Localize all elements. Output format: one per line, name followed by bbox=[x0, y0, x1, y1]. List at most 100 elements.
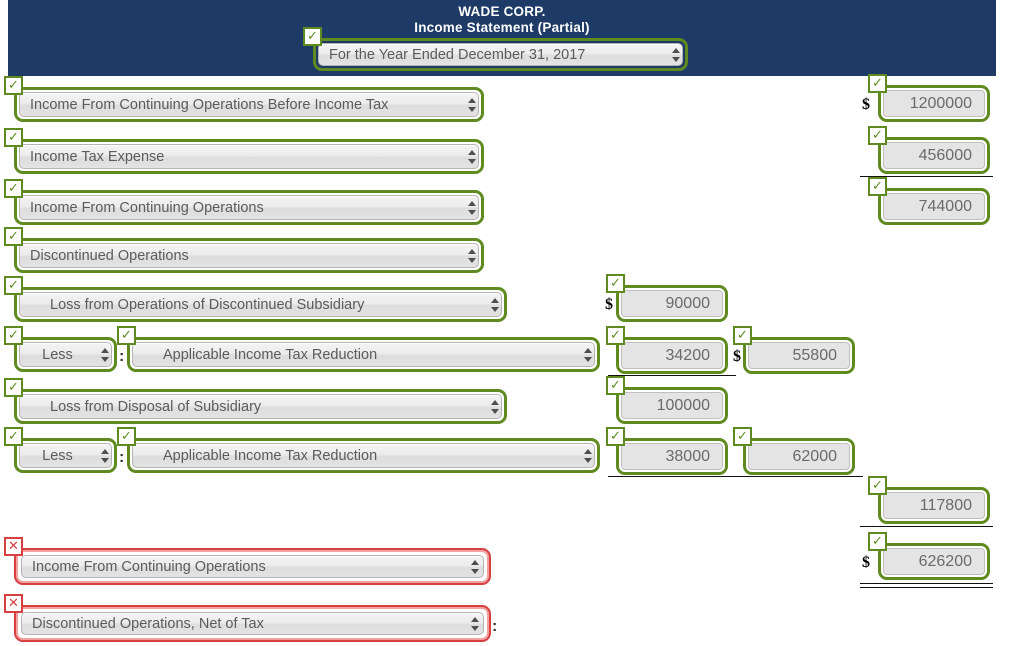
subtotal-amount-input[interactable]: 117800 bbox=[883, 492, 985, 519]
check-icon: ✓ bbox=[606, 326, 625, 345]
row-1-label-select[interactable]: Income Tax Expense bbox=[19, 144, 479, 169]
row-5-label-select[interactable]: Applicable Income Tax Reduction bbox=[132, 342, 595, 367]
chevron-updown-icon bbox=[490, 297, 499, 312]
dollar-sign-row-4: $ bbox=[605, 296, 613, 313]
subtotal-amount-wrapper[interactable]: ✓ 117800 bbox=[868, 476, 990, 524]
bottom-row-0-wrapper[interactable]: ✕ Income From Continuing Operations bbox=[4, 537, 491, 585]
row-7-prefix-wrapper[interactable]: ✓ Less bbox=[4, 427, 117, 473]
period-select[interactable]: For the Year Ended December 31, 2017 bbox=[318, 43, 683, 66]
subtotal-rule-3 bbox=[608, 476, 736, 477]
row-5-amount2-wrapper[interactable]: ✓ 55800 bbox=[733, 326, 855, 374]
row-6-label-wrapper[interactable]: ✓ Loss from Disposal of Subsidiary bbox=[4, 378, 507, 424]
bottom-row-1-select[interactable]: Discontinued Operations, Net of Tax bbox=[21, 612, 484, 635]
subtotal-rule-5 bbox=[860, 526, 993, 527]
check-icon: ✓ bbox=[606, 427, 625, 446]
row-5-colon: : bbox=[119, 348, 125, 365]
chevron-updown-icon bbox=[467, 200, 476, 215]
check-icon: ✓ bbox=[868, 177, 887, 196]
row-0-label-wrapper[interactable]: ✓ Income From Continuing Operations Befo… bbox=[4, 76, 484, 122]
row-7-amount2-wrapper[interactable]: ✓ 62000 bbox=[733, 427, 855, 475]
check-icon: ✓ bbox=[733, 427, 752, 446]
row-0-amount-wrapper[interactable]: ✓ 1200000 bbox=[868, 74, 990, 122]
net-income-amount-input[interactable]: 626200 bbox=[883, 548, 985, 575]
row-1-label-wrapper[interactable]: ✓ Income Tax Expense bbox=[4, 128, 484, 174]
subtotal-rule-4 bbox=[735, 476, 863, 477]
row-7-label-select[interactable]: Applicable Income Tax Reduction bbox=[132, 443, 595, 468]
dollar-sign-net-income: $ bbox=[862, 554, 870, 571]
row-7-amount-wrapper[interactable]: ✓ 38000 bbox=[606, 427, 728, 475]
check-icon: ✓ bbox=[733, 326, 752, 345]
row-5-prefix-select[interactable]: Less bbox=[19, 342, 112, 367]
row-3-label-wrapper[interactable]: ✓ Discontinued Operations bbox=[4, 227, 484, 273]
check-icon: ✓ bbox=[868, 74, 887, 93]
check-icon: ✓ bbox=[4, 76, 23, 95]
chevron-updown-icon bbox=[583, 448, 592, 463]
x-icon: ✕ bbox=[4, 537, 23, 556]
net-income-amount-wrapper[interactable]: ✓ 626200 bbox=[868, 532, 990, 580]
period-select-wrapper[interactable]: ✓ For the Year Ended December 31, 2017 bbox=[303, 27, 688, 71]
chevron-updown-icon bbox=[470, 616, 479, 631]
check-icon: ✓ bbox=[606, 376, 625, 395]
check-icon: ✓ bbox=[4, 128, 23, 147]
row-4-label-select[interactable]: Loss from Operations of Discontinued Sub… bbox=[19, 292, 502, 317]
row-4-amount-input[interactable]: 90000 bbox=[621, 290, 723, 317]
chevron-updown-icon bbox=[467, 149, 476, 164]
row-5-prefix-wrapper[interactable]: ✓ Less bbox=[4, 326, 117, 372]
check-icon: ✓ bbox=[4, 227, 23, 246]
row-7-colon: : bbox=[119, 449, 125, 466]
row-6-amount-input[interactable]: 100000 bbox=[621, 392, 723, 419]
row-6-label-select[interactable]: Loss from Disposal of Subsidiary bbox=[19, 394, 502, 419]
chevron-updown-icon bbox=[490, 399, 499, 414]
check-icon: ✓ bbox=[4, 427, 23, 446]
bottom-row-0-select[interactable]: Income From Continuing Operations bbox=[21, 555, 484, 578]
row-5-amount2-input[interactable]: 55800 bbox=[748, 342, 850, 369]
x-icon: ✕ bbox=[4, 594, 23, 613]
row-4-amount-wrapper[interactable]: ✓ 90000 bbox=[606, 274, 728, 322]
check-icon: ✓ bbox=[303, 27, 322, 46]
chevron-updown-icon bbox=[100, 448, 109, 463]
row-0-label-select[interactable]: Income From Continuing Operations Before… bbox=[19, 92, 479, 117]
chevron-updown-icon bbox=[470, 559, 479, 574]
row-7-amount-input[interactable]: 38000 bbox=[621, 443, 723, 470]
row-2-label-wrapper[interactable]: ✓ Income From Continuing Operations bbox=[4, 179, 484, 225]
row-2-label-select[interactable]: Income From Continuing Operations bbox=[19, 195, 479, 220]
chevron-updown-icon bbox=[467, 97, 476, 112]
subtotal-rule-2 bbox=[608, 375, 736, 376]
row-6-amount-wrapper[interactable]: ✓ 100000 bbox=[606, 376, 728, 424]
dollar-sign-row-0: $ bbox=[862, 96, 870, 113]
row-0-amount-input[interactable]: 1200000 bbox=[883, 90, 985, 117]
chevron-updown-icon bbox=[671, 47, 680, 62]
net-income-double-rule bbox=[860, 583, 993, 588]
row-7-prefix-select[interactable]: Less bbox=[19, 443, 112, 468]
row-4-label-wrapper[interactable]: ✓ Loss from Operations of Discontinued S… bbox=[4, 276, 507, 322]
row-7-label-wrapper[interactable]: ✓ Applicable Income Tax Reduction bbox=[117, 427, 600, 473]
check-icon: ✓ bbox=[868, 532, 887, 551]
check-icon: ✓ bbox=[117, 326, 136, 345]
row-5-amount-wrapper[interactable]: ✓ 34200 bbox=[606, 326, 728, 374]
check-icon: ✓ bbox=[868, 476, 887, 495]
check-icon: ✓ bbox=[868, 126, 887, 145]
check-icon: ✓ bbox=[4, 276, 23, 295]
dollar-sign-row-5: $ bbox=[733, 348, 741, 365]
row-1-amount-input[interactable]: 456000 bbox=[883, 142, 985, 169]
row-7-amount2-input[interactable]: 62000 bbox=[748, 443, 850, 470]
row-2-amount-wrapper[interactable]: ✓ 744000 bbox=[868, 177, 990, 225]
check-icon: ✓ bbox=[4, 378, 23, 397]
bottom-row-1-wrapper[interactable]: ✕ Discontinued Operations, Net of Tax bbox=[4, 594, 491, 642]
check-icon: ✓ bbox=[4, 326, 23, 345]
chevron-updown-icon bbox=[467, 248, 476, 263]
row-3-label-select[interactable]: Discontinued Operations bbox=[19, 243, 479, 268]
row-5-amount-input[interactable]: 34200 bbox=[621, 342, 723, 369]
bottom-row-1-colon: : bbox=[492, 618, 498, 635]
row-5-label-wrapper[interactable]: ✓ Applicable Income Tax Reduction bbox=[117, 326, 600, 372]
check-icon: ✓ bbox=[606, 274, 625, 293]
check-icon: ✓ bbox=[117, 427, 136, 446]
income-statement-worksheet: WADE CORP. Income Statement (Partial) ✓ … bbox=[0, 0, 1024, 646]
chevron-updown-icon bbox=[100, 347, 109, 362]
row-2-amount-input[interactable]: 744000 bbox=[883, 193, 985, 220]
check-icon: ✓ bbox=[4, 179, 23, 198]
company-name: WADE CORP. bbox=[458, 4, 546, 19]
row-1-amount-wrapper[interactable]: ✓ 456000 bbox=[868, 126, 990, 174]
statement-title: Income Statement (Partial) bbox=[414, 20, 590, 35]
chevron-updown-icon bbox=[583, 347, 592, 362]
